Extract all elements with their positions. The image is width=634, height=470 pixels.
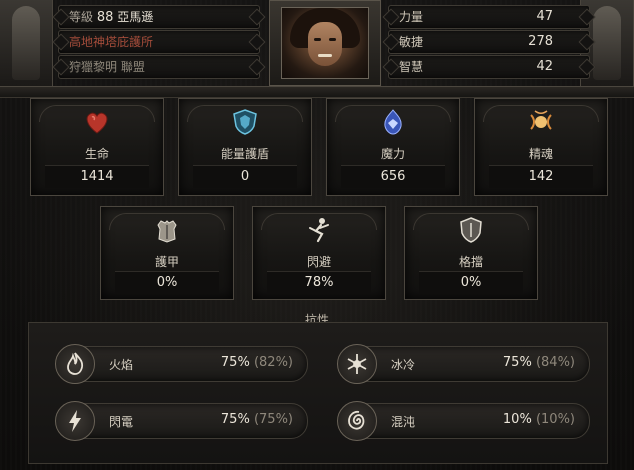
character-title: 高地神塔庇護所 [69, 35, 154, 49]
attribute-name: 敏捷 [399, 35, 424, 49]
heart-icon [86, 112, 108, 134]
stat-card-armour[interactable]: 護甲 0% [100, 206, 234, 300]
resistance-value: 75% (82%) [220, 355, 293, 370]
snowflake-icon [337, 344, 377, 384]
stat-label: 精魂 [528, 147, 553, 161]
mana-icon [384, 109, 402, 135]
resistance-row-chaos[interactable]: 混沌 10% (10%) [337, 401, 590, 441]
lightning-icon [55, 401, 95, 441]
evasion-icon [309, 218, 329, 243]
stat-label: 能量護盾 [220, 147, 269, 161]
stat-label: 魔力 [380, 147, 405, 161]
fire-icon [55, 344, 95, 384]
stat-card-energy-shield[interactable]: 能量護盾 0 [178, 98, 312, 196]
attribute-row-dexterity: 敏捷 278 [382, 30, 596, 54]
level-label: 等級 88 亞馬遜 [69, 10, 154, 25]
resistance-name: 火焰 [109, 358, 134, 372]
level-bar: 等級 88 亞馬遜 [52, 5, 266, 29]
stat-value: 0% [460, 275, 482, 290]
stat-value: 0% [156, 275, 178, 290]
resistance-name: 閃電 [109, 415, 134, 429]
stat-card-mana[interactable]: 魔力 656 [326, 98, 460, 196]
attribute-value: 42 [536, 59, 553, 74]
stat-value: 0 [240, 169, 250, 184]
stat-value: 78% [304, 275, 334, 290]
clan-name: 狩獵黎明 聯盟 [69, 60, 145, 74]
block-icon [460, 217, 482, 243]
attribute-row-strength: 力量 47 [382, 5, 596, 29]
attribute-row-intelligence: 智慧 42 [382, 55, 596, 79]
stat-label: 護甲 [154, 255, 179, 269]
resistance-row-lightning[interactable]: 閃電 75% (75%) [55, 401, 308, 441]
resistance-name: 混沌 [391, 415, 416, 429]
resistance-name: 冰冷 [391, 358, 416, 372]
stat-card-spirit[interactable]: 精魂 142 [474, 98, 608, 196]
attribute-name: 智慧 [399, 60, 424, 74]
attribute-value: 278 [528, 34, 553, 49]
stat-value: 656 [380, 169, 406, 184]
title-bar: 高地神塔庇護所 [52, 30, 266, 54]
resistance-row-fire[interactable]: 火焰 75% (82%) [55, 344, 308, 384]
class-name: 亞馬遜 [117, 10, 154, 24]
stat-value: 1414 [80, 169, 114, 184]
spirit-icon [530, 110, 552, 130]
character-panel: 等級 88 亞馬遜 高地神塔庇護所 狩獵黎明 聯盟 力量 47 敏捷 278 智… [0, 0, 634, 470]
clan-bar: 狩獵黎明 聯盟 [52, 55, 266, 79]
stat-label: 格擋 [458, 255, 483, 269]
attribute-name: 力量 [399, 10, 424, 24]
resistance-row-cold[interactable]: 冰冷 75% (84%) [337, 344, 590, 384]
stat-label: 閃避 [306, 255, 331, 269]
armour-icon [157, 220, 177, 243]
level-value: 88 [96, 10, 114, 25]
stat-card-evasion[interactable]: 閃避 78% [252, 206, 386, 300]
stat-value: 142 [528, 169, 554, 184]
stat-label: 生命 [84, 147, 109, 161]
resistance-value: 75% (75%) [220, 412, 293, 427]
attribute-value: 47 [536, 9, 553, 24]
shield-icon [233, 109, 257, 135]
statue-decoration-left [0, 0, 53, 86]
portrait-frame [269, 0, 381, 86]
character-portrait [281, 7, 369, 79]
resistance-value: 75% (84%) [502, 355, 575, 370]
ornate-separator [0, 86, 634, 98]
stat-card-life[interactable]: 生命 1414 [30, 98, 164, 196]
resistance-value: 10% (10%) [502, 412, 575, 427]
resistances-panel [28, 322, 608, 464]
chaos-icon [337, 401, 377, 441]
stat-card-block[interactable]: 格擋 0% [404, 206, 538, 300]
